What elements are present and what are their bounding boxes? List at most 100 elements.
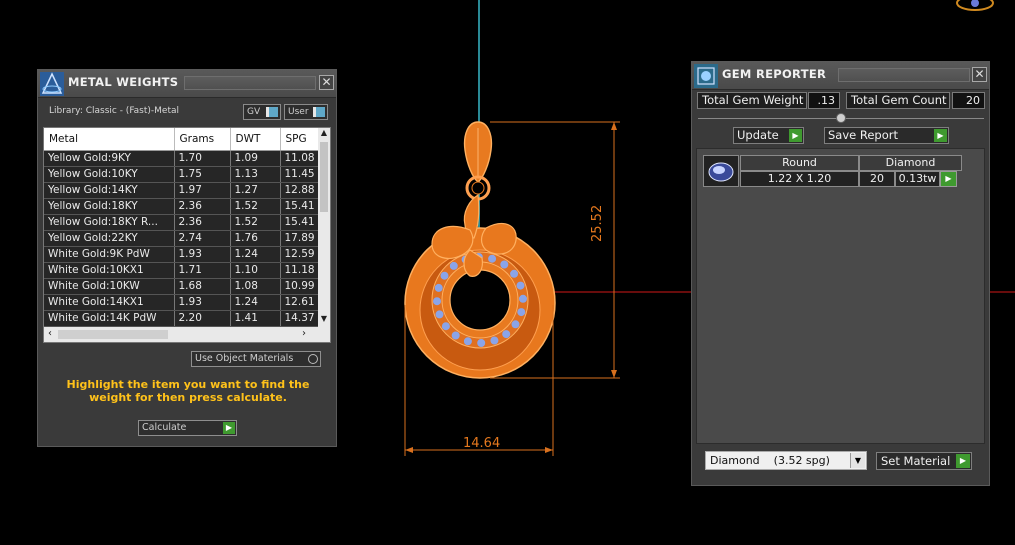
table-row[interactable]: White Gold:14KX1 1.93 1.24 12.61 bbox=[44, 294, 321, 311]
calculate-label: Calculate bbox=[142, 422, 187, 433]
spg-cell: 15.41 bbox=[280, 214, 321, 231]
round-diamond-icon bbox=[708, 162, 734, 182]
divider-slider-handle[interactable] bbox=[836, 113, 846, 123]
use-object-materials-label: Use Object Materials bbox=[195, 353, 294, 364]
view-cube-icon[interactable] bbox=[956, 0, 994, 11]
grams-cell: 1.75 bbox=[174, 166, 231, 183]
gem-list[interactable]: Round Diamond 1.22 X 1.20 20 0.13tw ▶ bbox=[696, 148, 985, 444]
spg-cell: 10.99 bbox=[280, 278, 321, 295]
gem-material: Diamond bbox=[859, 155, 962, 171]
scrollbar-thumb[interactable] bbox=[320, 142, 328, 212]
play-icon: ▶ bbox=[789, 129, 802, 142]
scroll-left-icon[interactable]: ‹ bbox=[48, 328, 52, 339]
grams-cell: 2.74 bbox=[174, 230, 231, 247]
table-row[interactable]: White Gold:14K PdW 2.20 1.41 14.37 bbox=[44, 310, 321, 327]
grams-cell: 1.70 bbox=[174, 150, 231, 167]
table-row[interactable]: White Gold:10KW 1.68 1.08 10.99 bbox=[44, 278, 321, 295]
table-row[interactable]: White Gold:9K PdW 1.93 1.24 12.59 bbox=[44, 246, 321, 263]
table-row[interactable]: Yellow Gold:10KY 1.75 1.13 11.45 bbox=[44, 166, 321, 183]
gem-thumbnail[interactable] bbox=[703, 155, 739, 187]
dwt-cell: 1.10 bbox=[230, 262, 281, 279]
calculate-button[interactable]: Calculate ▶ bbox=[138, 420, 237, 436]
dwt-cell: 1.76 bbox=[230, 230, 281, 247]
select-gem-button[interactable]: ▶ bbox=[940, 171, 957, 187]
metal-weights-title: METAL WEIGHTS bbox=[68, 75, 179, 89]
metal-cell: White Gold:10KX1 bbox=[44, 262, 175, 279]
gem-stone bbox=[463, 337, 472, 346]
table-row[interactable]: Yellow Gold:18KY 2.36 1.52 15.41 bbox=[44, 198, 321, 215]
column-header-dwt[interactable]: DWT bbox=[230, 128, 281, 151]
table-row[interactable]: Yellow Gold:22KY 2.74 1.76 17.89 bbox=[44, 230, 321, 247]
metal-cell: Yellow Gold:10KY bbox=[44, 166, 175, 183]
grams-cell: 1.93 bbox=[174, 294, 231, 311]
column-header-spg[interactable]: SPG bbox=[280, 128, 321, 151]
metal-cell: Yellow Gold:22KY bbox=[44, 230, 175, 247]
table-row[interactable]: Yellow Gold:9KY 1.70 1.09 11.08 bbox=[44, 150, 321, 167]
update-button[interactable]: Update ▶ bbox=[733, 127, 804, 144]
toggle-switch-icon bbox=[313, 107, 325, 117]
gv-toggle-label: GV bbox=[247, 107, 261, 117]
play-icon: ▶ bbox=[956, 454, 970, 468]
play-icon: ▶ bbox=[934, 129, 947, 142]
scroll-up-icon[interactable]: ▲ bbox=[318, 128, 330, 137]
gem-reporter-close-button[interactable]: ✕ bbox=[972, 67, 987, 82]
metal-cell: White Gold:10KW bbox=[44, 278, 175, 295]
gv-toggle[interactable]: GV bbox=[243, 104, 281, 120]
gem-shape: Round bbox=[740, 155, 859, 171]
use-object-materials-toggle[interactable]: Use Object Materials bbox=[191, 351, 321, 367]
metal-weights-panel: METAL WEIGHTS ✕ Library: Classic - (Fast… bbox=[37, 69, 337, 447]
scrollbar-thumb[interactable] bbox=[58, 330, 168, 339]
column-header-metal[interactable]: Metal bbox=[44, 128, 175, 151]
gem-stone bbox=[490, 336, 499, 345]
gem-stone bbox=[477, 339, 486, 347]
save-report-button[interactable]: Save Report ▶ bbox=[824, 127, 949, 144]
spg-cell: 14.37 bbox=[280, 310, 321, 327]
pendant-model[interactable] bbox=[404, 121, 556, 379]
gem-stone bbox=[435, 310, 444, 319]
metal-weights-titlebar[interactable]: METAL WEIGHTS ✕ bbox=[38, 70, 336, 98]
gem-stone bbox=[500, 260, 509, 269]
titlebar-grip[interactable] bbox=[838, 68, 970, 82]
horizontal-scrollbar[interactable]: ‹ › bbox=[44, 327, 330, 342]
metal-weights-logo-icon bbox=[40, 72, 64, 96]
scroll-down-icon[interactable]: ▼ bbox=[318, 314, 330, 323]
user-toggle-label: User bbox=[288, 107, 309, 117]
total-gem-count-label: Total Gem Count bbox=[846, 92, 950, 109]
gem-weight: 0.13tw bbox=[895, 171, 940, 187]
gem-stone bbox=[519, 294, 527, 303]
material-select[interactable]: Diamond (3.52 spg) ▼ bbox=[705, 451, 867, 470]
titlebar-grip[interactable] bbox=[184, 76, 316, 90]
spg-cell: 12.61 bbox=[280, 294, 321, 311]
gem-stone bbox=[451, 331, 460, 340]
vertical-scrollbar[interactable]: ▲ ▼ bbox=[318, 128, 330, 327]
toggle-switch-icon bbox=[266, 107, 278, 117]
metal-cell: Yellow Gold:14KY bbox=[44, 182, 175, 199]
grams-cell: 1.68 bbox=[174, 278, 231, 295]
dwt-cell: 1.41 bbox=[230, 310, 281, 327]
spg-cell: 11.08 bbox=[280, 150, 321, 167]
radio-icon bbox=[308, 354, 318, 364]
gem-count: 20 bbox=[859, 171, 895, 187]
metal-cell: White Gold:9K PdW bbox=[44, 246, 175, 263]
table-row[interactable]: Yellow Gold:18KY R... 2.36 1.52 15.41 bbox=[44, 214, 321, 231]
total-gem-weight-value: .13 bbox=[808, 92, 840, 109]
save-report-label: Save Report bbox=[828, 128, 899, 142]
metal-weights-close-button[interactable]: ✕ bbox=[319, 75, 334, 90]
scroll-right-icon[interactable]: › bbox=[302, 328, 306, 339]
table-row[interactable]: White Gold:10KX1 1.71 1.10 11.18 bbox=[44, 262, 321, 279]
metal-cell: Yellow Gold:9KY bbox=[44, 150, 175, 167]
gem-stone bbox=[434, 283, 443, 292]
spg-cell: 15.41 bbox=[280, 198, 321, 215]
set-material-label: Set Material bbox=[881, 454, 951, 468]
spg-cell: 11.18 bbox=[280, 262, 321, 279]
column-header-grams[interactable]: Grams bbox=[174, 128, 231, 151]
grams-cell: 2.20 bbox=[174, 310, 231, 327]
dwt-cell: 1.24 bbox=[230, 246, 281, 263]
gem-reporter-titlebar[interactable]: GEM REPORTER ✕ bbox=[692, 62, 989, 90]
table-row[interactable]: Yellow Gold:14KY 1.97 1.27 12.88 bbox=[44, 182, 321, 199]
set-material-button[interactable]: Set Material ▶ bbox=[876, 452, 972, 470]
metal-cell: Yellow Gold:18KY R... bbox=[44, 214, 175, 231]
chevron-down-icon: ▼ bbox=[850, 453, 865, 468]
metal-table[interactable]: Metal Grams DWT SPG Yellow Gold:9KY 1.70 1… bbox=[43, 127, 331, 343]
user-toggle[interactable]: User bbox=[284, 104, 328, 120]
